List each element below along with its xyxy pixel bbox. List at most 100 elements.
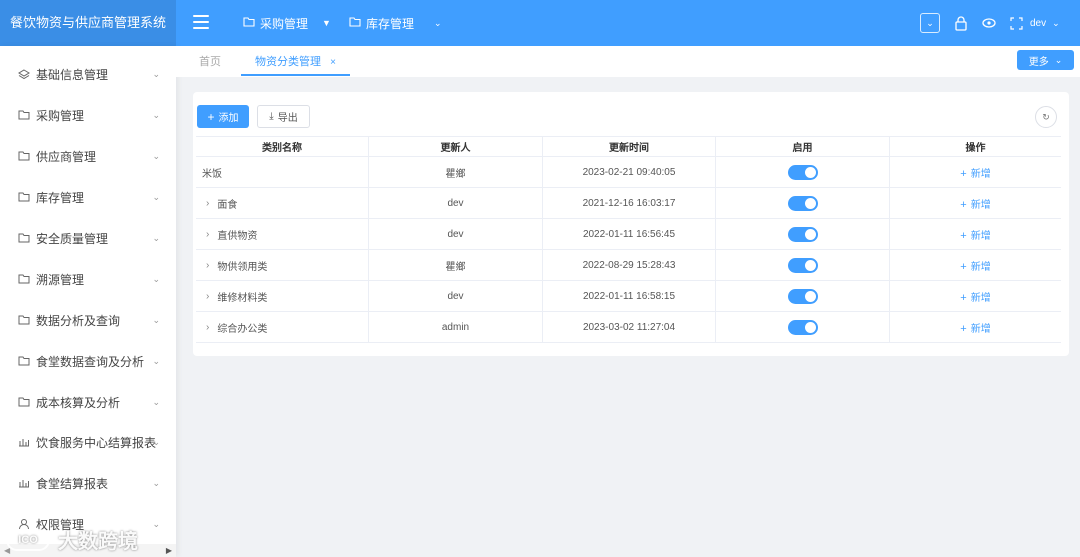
add-sub-button[interactable]: + 新增: [960, 227, 990, 242]
category-name-cell: › 直供物资: [196, 219, 369, 249]
table-row[interactable]: › 维修材料类 dev 2022-01-11 16:58:15 + 新增: [196, 281, 1061, 312]
enabled-toggle[interactable]: [787, 319, 818, 335]
add-sub-button[interactable]: + 新增: [960, 258, 990, 273]
chevron-down-icon: ⌄: [152, 519, 160, 529]
add-sub-button[interactable]: + 新增: [960, 320, 990, 335]
op-cell: + 新增: [890, 157, 1061, 187]
tabs-bar: 首页 物资分类管理 ×: [176, 46, 1080, 77]
table-row[interactable]: › 直供物资 dev 2022-01-11 16:56:45 + 新增: [196, 219, 1061, 250]
expand-chevron-icon[interactable]: ›: [206, 229, 209, 240]
sidebar-item-safety[interactable]: 安全质量管理 ⌄: [0, 220, 176, 256]
watermark: ICO 大数跨境: [6, 525, 138, 554]
tab-home[interactable]: 首页: [199, 46, 221, 76]
enabled-cell: [716, 157, 890, 187]
sidebar-item-supplier[interactable]: 供应商管理 ⌄: [0, 138, 176, 174]
expand-chevron-icon[interactable]: ›: [206, 291, 209, 302]
add-sub-button[interactable]: + 新增: [960, 165, 990, 180]
chevron-down-icon: ⌄: [152, 315, 160, 325]
op-cell: + 新增: [890, 188, 1061, 218]
header-cell[interactable]: 操作: [890, 137, 1061, 156]
op-label: 新增: [970, 199, 991, 211]
op-cell: + 新增: [890, 250, 1061, 280]
sidebar-item-canteen-report[interactable]: 食堂结算报表 ⌄: [0, 465, 176, 501]
chevron-down-icon: ⌄: [1054, 54, 1063, 65]
watermark-text: 大数跨境: [58, 531, 138, 553]
category-name: 米饭: [202, 168, 222, 180]
close-icon[interactable]: ×: [330, 57, 336, 68]
folder-icon: [17, 355, 31, 367]
add-sub-button[interactable]: + 新增: [960, 196, 990, 211]
enabled-cell: [716, 250, 890, 280]
op-cell: + 新增: [890, 312, 1061, 342]
sidebar-item-service-report[interactable]: 饮食服务中心结算报表 ⌄: [0, 424, 176, 460]
enabled-cell: [716, 312, 890, 342]
expand-chevron-icon[interactable]: ›: [206, 322, 209, 333]
updater-cell: dev: [369, 281, 543, 311]
plus-icon: +: [207, 109, 215, 124]
enabled-toggle[interactable]: [787, 257, 818, 273]
export-button[interactable]: ⤓ 导出: [257, 105, 310, 128]
sidebar-item-canteen-data[interactable]: 食堂数据查询及分析 ⌄: [0, 343, 176, 379]
category-name: 面食: [217, 199, 238, 211]
chevron-down-icon: ⌄: [152, 437, 160, 447]
folder-icon: [17, 150, 31, 162]
header-cell[interactable]: 更新人: [369, 137, 543, 156]
folder-icon: [17, 191, 31, 203]
header-cell[interactable]: 类别名称: [196, 137, 369, 156]
eye-icon[interactable]: [982, 0, 996, 46]
chevron-down-icon: ⌄: [152, 274, 160, 284]
sidebar-item-trace[interactable]: 溯源管理 ⌄: [0, 261, 176, 297]
refresh-icon[interactable]: ↻: [1035, 106, 1057, 128]
chevron-down-icon: ⌄: [152, 192, 160, 202]
table-row[interactable]: 米饭 瞿鄉 2023-02-21 09:40:05 + 新增: [196, 157, 1061, 188]
sidebar-item-purchase[interactable]: 采购管理 ⌄: [0, 97, 176, 133]
updater-cell: 瞿鄉: [369, 157, 543, 187]
topnav-label: 采购管理: [260, 16, 309, 31]
header-cell[interactable]: 启用: [716, 137, 890, 156]
topnav-label: 库存管理: [366, 16, 415, 31]
category-name-cell: › 物供领用类: [196, 250, 369, 280]
topnav-item-purchase[interactable]: 采购管理 ▼: [243, 0, 331, 46]
category-name: 直供物资: [217, 230, 258, 242]
category-name-cell: › 综合办公类: [196, 312, 369, 342]
sidebar-item-basic-info[interactable]: 基础信息管理 ⌄: [0, 56, 176, 92]
plus-icon: +: [960, 260, 967, 273]
add-button[interactable]: + 添加: [197, 105, 249, 128]
table-row[interactable]: › 综合办公类 admin 2023-03-02 11:27:04 + 新增: [196, 312, 1061, 343]
sidebar-item-data-analysis[interactable]: 数据分析及查询 ⌄: [0, 302, 176, 338]
table-row[interactable]: › 物供领用类 瞿鄉 2022-08-29 15:28:43 + 新增: [196, 250, 1061, 281]
sidebar-item-inventory[interactable]: 库存管理 ⌄: [0, 179, 176, 215]
user-menu[interactable]: dev ⌄: [1030, 0, 1060, 46]
expand-chevron-icon[interactable]: ›: [206, 198, 209, 209]
sidebar-item-label: 溯源管理: [36, 272, 85, 287]
sidebar-item-cost[interactable]: 成本核算及分析 ⌄: [0, 384, 176, 420]
chevron-down-icon: ⌄: [434, 17, 442, 28]
layers-icon: [17, 68, 31, 80]
more-button[interactable]: 更多 ⌄: [1017, 50, 1074, 70]
folder-icon: [17, 109, 31, 121]
time-cell: 2022-08-29 15:28:43: [543, 250, 716, 280]
time-cell: 2023-02-21 09:40:05: [543, 157, 716, 187]
enabled-toggle[interactable]: [787, 164, 818, 180]
category-name: 维修材料类: [217, 292, 268, 304]
enabled-toggle[interactable]: [787, 195, 818, 211]
fullscreen-icon[interactable]: [1010, 0, 1023, 46]
category-name: 物供领用类: [217, 261, 268, 273]
topnav-item-inventory[interactable]: 库存管理 ⌄: [349, 0, 442, 46]
enabled-toggle[interactable]: [787, 288, 818, 304]
menu-toggle-icon[interactable]: [193, 15, 209, 29]
expand-chevron-icon[interactable]: ›: [206, 260, 209, 271]
dropdown-toggle-button[interactable]: ⌄: [920, 0, 940, 46]
header-cell[interactable]: 更新时间: [543, 137, 716, 156]
lock-icon[interactable]: [954, 0, 968, 46]
more-label: 更多: [1028, 56, 1049, 68]
folder-icon: [17, 396, 31, 408]
tab-material-category[interactable]: 物资分类管理 ×: [241, 46, 350, 76]
updater-cell: dev: [369, 188, 543, 218]
scroll-right-icon[interactable]: ▶: [166, 546, 172, 555]
table-row[interactable]: › 面食 dev 2021-12-16 16:03:17 + 新增: [196, 188, 1061, 219]
sidebar-item-label: 供应商管理: [36, 149, 97, 164]
add-sub-button[interactable]: + 新增: [960, 289, 990, 304]
export-label: 导出: [277, 113, 298, 124]
enabled-toggle[interactable]: [787, 226, 818, 242]
